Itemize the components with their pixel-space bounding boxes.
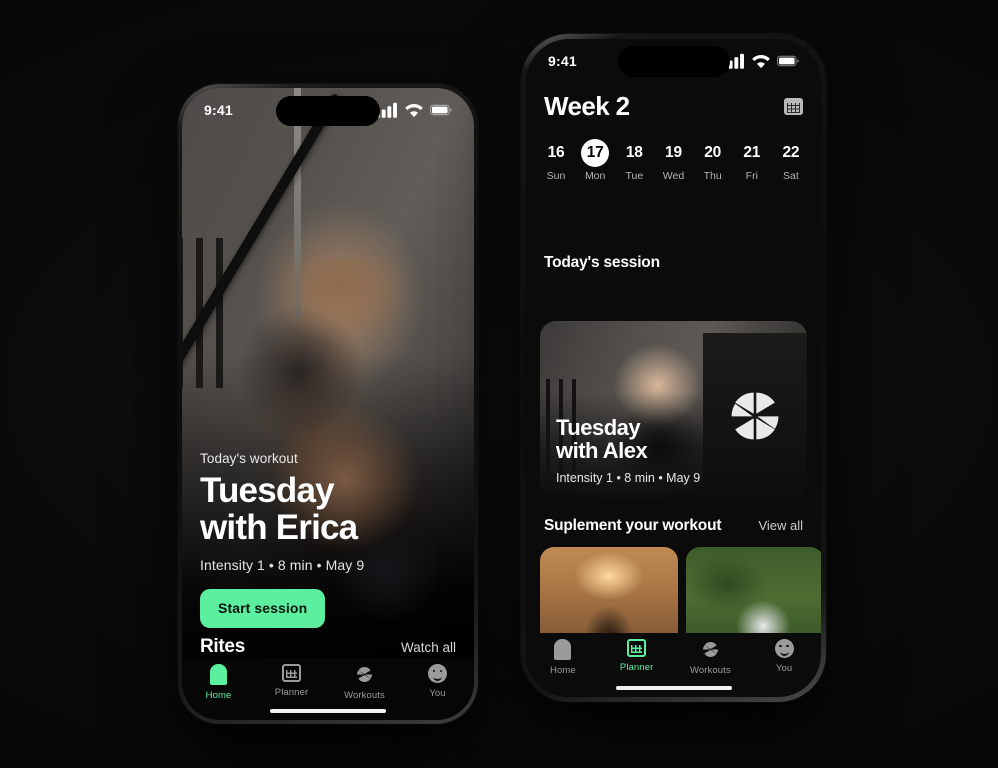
tab-home[interactable]: Home xyxy=(526,639,600,676)
day-number: 20 xyxy=(704,144,722,161)
day-name: Mon xyxy=(584,170,606,182)
home-indicator xyxy=(270,708,386,713)
dynamic-island xyxy=(617,46,730,77)
brand-panel xyxy=(703,333,807,499)
phone-left-home: 9:41 Today's workout Tuesday with Erica … xyxy=(178,84,478,724)
calendar-icon xyxy=(627,639,647,657)
page-title: Week 2 xyxy=(544,91,630,121)
section-title: Suplement your workout xyxy=(544,517,722,534)
home-indicator xyxy=(615,685,732,690)
pinwheel-icon xyxy=(356,666,373,683)
day-name: Sat xyxy=(783,170,799,182)
hero-title-line-1: Tuesday xyxy=(200,470,335,510)
bottom-tab-bar: Home Planner Workouts You xyxy=(182,658,474,720)
day-name: Fri xyxy=(745,170,758,182)
tab-workouts[interactable]: Workouts xyxy=(328,664,401,701)
pinwheel-icon xyxy=(702,641,718,658)
app-background xyxy=(0,0,998,768)
section-title: Today's session xyxy=(544,254,660,271)
phone-right-planner: 9:41 Week 2 16 Sun 17 Mon 18 Tue 19 Wed … xyxy=(521,34,826,702)
hero-meta: Intensity 1 • 8 min • May 9 xyxy=(200,557,365,573)
home-icon xyxy=(554,639,572,660)
session-title: Tuesday with Alex xyxy=(556,414,700,464)
smiley-face-icon xyxy=(428,664,447,683)
day-name: Thu xyxy=(703,170,722,182)
start-session-button[interactable]: Start session xyxy=(200,589,326,628)
wifi-icon xyxy=(752,54,770,69)
day-name: Tue xyxy=(625,170,644,182)
day-22[interactable]: 22 Sat xyxy=(773,139,809,182)
tab-label-you: You xyxy=(429,688,446,699)
rites-section-header: Rites Watch all xyxy=(200,636,456,658)
wifi-icon xyxy=(405,103,423,118)
view-all-link[interactable]: View all xyxy=(758,518,803,533)
tab-workouts[interactable]: Workouts xyxy=(674,639,748,676)
tab-label-home: Home xyxy=(205,690,232,701)
hero-title: Tuesday with Erica xyxy=(200,472,456,546)
tab-label-workouts: Workouts xyxy=(690,665,731,676)
day-17-selected[interactable]: 17 Mon xyxy=(577,139,613,182)
home-icon xyxy=(210,664,227,685)
day-20[interactable]: 20 Thu xyxy=(695,139,731,182)
tab-label-planner: Planner xyxy=(619,662,654,673)
tab-planner[interactable]: Planner xyxy=(600,639,674,673)
day-18[interactable]: 18 Tue xyxy=(616,139,652,182)
day-name: Wed xyxy=(662,170,685,182)
rites-title: Rites xyxy=(200,636,245,657)
day-number: 17 xyxy=(581,139,610,167)
battery-icon xyxy=(777,55,799,67)
hero-title-line-2: with Erica xyxy=(200,507,358,547)
todays-session-header: Today's session xyxy=(544,254,803,272)
calendar-icon xyxy=(282,664,301,682)
day-number: 16 xyxy=(547,144,565,161)
tab-label-planner: Planner xyxy=(274,687,309,698)
week-day-selector: 16 Sun 17 Mon 18 Tue 19 Wed 20 Thu 21 Fri 22 Sa… xyxy=(538,139,809,182)
tab-label-workouts: Workouts xyxy=(344,690,385,701)
day-16[interactable]: 16 Sun xyxy=(538,139,574,182)
day-number: 19 xyxy=(665,144,682,161)
day-number: 18 xyxy=(625,144,643,161)
day-name: Sun xyxy=(546,170,566,182)
bottom-tab-bar: Home Planner Workouts You xyxy=(526,633,821,697)
day-number: 22 xyxy=(782,144,800,161)
dynamic-island xyxy=(276,96,380,126)
tab-planner[interactable]: Planner xyxy=(255,664,328,698)
supplement-section-header: Suplement your workout View all xyxy=(544,517,803,535)
phone-screen: 9:41 Today's workout Tuesday with Erica … xyxy=(182,88,474,720)
phone-screen: 9:41 Week 2 16 Sun 17 Mon 18 Tue 19 Wed … xyxy=(526,39,821,697)
pinwheel-icon xyxy=(731,392,779,440)
hero-copy: Today's workout Tuesday with Erica Inten… xyxy=(200,451,456,628)
hero-eyebrow: Today's workout xyxy=(200,450,298,466)
session-meta: Intensity 1 • 8 min • May 9 xyxy=(556,471,701,485)
session-title-line-2: with Alex xyxy=(556,438,648,464)
calendar-icon[interactable] xyxy=(784,98,803,115)
tab-you[interactable]: You xyxy=(747,639,821,674)
tab-you[interactable]: You xyxy=(401,664,474,699)
status-time: 9:41 xyxy=(548,53,577,69)
todays-session-card[interactable]: Tuesday with Alex Intensity 1 • 8 min • … xyxy=(540,321,807,499)
status-time: 9:41 xyxy=(204,102,233,118)
battery-icon xyxy=(430,104,452,116)
tab-label-you: You xyxy=(775,663,793,674)
day-number: 21 xyxy=(743,144,761,161)
session-copy: Tuesday with Alex Intensity 1 • 8 min • … xyxy=(556,414,701,485)
session-title-line-1: Tuesday xyxy=(556,414,641,440)
day-19[interactable]: 19 Wed xyxy=(655,139,691,182)
watch-all-link[interactable]: Watch all xyxy=(401,640,456,655)
tab-home[interactable]: Home xyxy=(182,664,255,701)
day-21[interactable]: 21 Fri xyxy=(734,139,770,182)
planner-header: Week 2 xyxy=(544,91,803,122)
smiley-face-icon xyxy=(774,639,794,658)
tab-label-home: Home xyxy=(550,665,576,676)
